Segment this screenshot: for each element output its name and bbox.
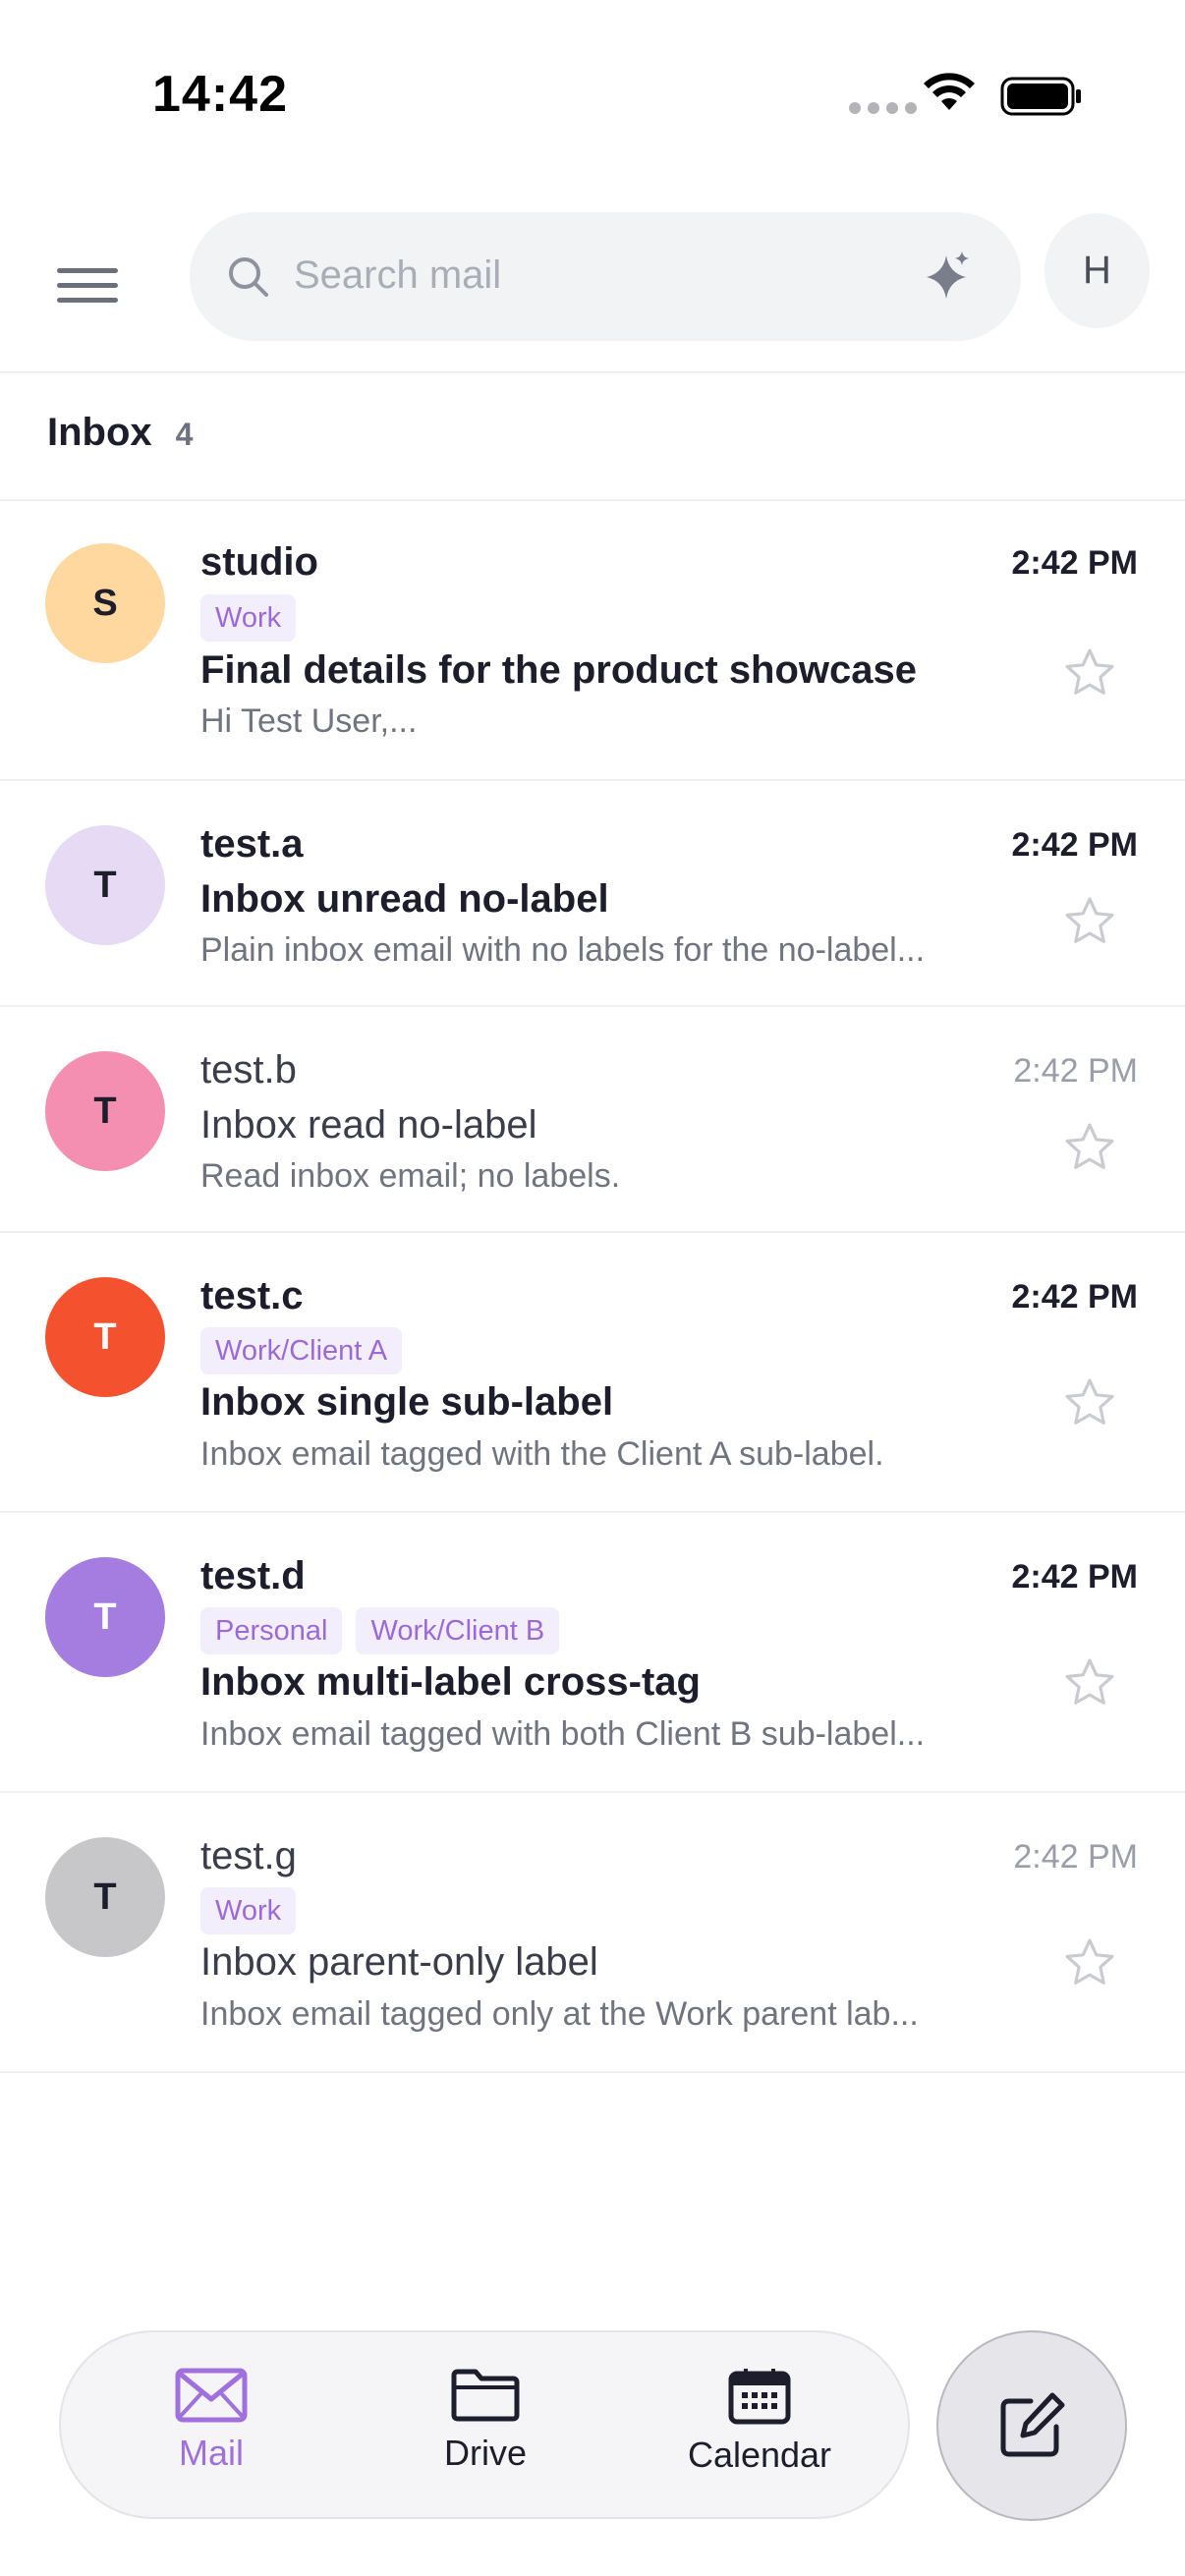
search-placeholder: Search mail xyxy=(294,253,502,297)
compose-icon xyxy=(1000,2392,1065,2457)
email-subject: Final details for the product showcase xyxy=(200,648,918,692)
email-subject: Inbox parent-only label xyxy=(200,1940,598,1984)
email-preview: Hi Test User,... xyxy=(200,702,418,740)
wifi-icon xyxy=(924,73,975,110)
sparkle-icon[interactable] xyxy=(925,250,972,303)
email-labels: Personal Work/Client B xyxy=(200,1607,560,1654)
cellular-signal-icon xyxy=(849,102,917,114)
sender-name: test.d xyxy=(200,1554,306,1597)
star-icon[interactable] xyxy=(1061,644,1118,701)
top-bar: Search mail H xyxy=(0,196,1185,371)
sender-avatar: S xyxy=(45,543,165,663)
star-icon[interactable] xyxy=(1061,1654,1118,1711)
sender-avatar: T xyxy=(45,1277,165,1397)
email-row[interactable]: T test.d 2:42 PM Personal Work/Client B … xyxy=(0,1515,1185,1793)
compose-button[interactable] xyxy=(936,2330,1127,2521)
email-subject: Inbox multi-label cross-tag xyxy=(200,1660,701,1704)
sender-name: test.c xyxy=(200,1274,304,1317)
email-time: 2:42 PM xyxy=(1011,826,1139,864)
nav-item-calendar[interactable]: Calendar xyxy=(661,2368,858,2476)
email-preview: Inbox email tagged only at the Work pare… xyxy=(200,1995,919,2033)
nav-item-mail[interactable]: Mail xyxy=(113,2368,310,2474)
sender-name: studio xyxy=(200,540,318,584)
search-icon xyxy=(229,257,268,297)
email-time: 2:42 PM xyxy=(1013,1838,1138,1876)
email-labels: Work xyxy=(200,594,297,642)
sender-avatar: T xyxy=(45,1837,165,1957)
inbox-heading: Inbox 4 xyxy=(47,411,193,455)
email-row[interactable]: T test.b 2:42 PM Inbox read no-label Rea… xyxy=(0,1009,1185,1233)
mail-icon xyxy=(175,2368,248,2423)
calendar-icon xyxy=(728,2369,791,2425)
header-divider xyxy=(0,371,1185,373)
email-preview: Inbox email tagged with both Client B su… xyxy=(200,1715,926,1753)
email-subject: Inbox read no-label xyxy=(200,1103,537,1147)
email-preview: Inbox email tagged with the Client A sub… xyxy=(200,1435,884,1473)
email-labels: Work xyxy=(200,1887,297,1934)
battery-icon xyxy=(1000,77,1081,116)
label-chip: Work/Client B xyxy=(356,1607,560,1654)
star-icon[interactable] xyxy=(1061,893,1118,950)
status-time: 14:42 xyxy=(152,66,288,123)
email-time: 2:42 PM xyxy=(1013,1052,1138,1090)
email-row[interactable]: S studio 2:42 PM Work Final details for … xyxy=(0,501,1185,781)
email-time: 2:42 PM xyxy=(1011,1558,1139,1596)
search-input[interactable]: Search mail xyxy=(190,212,1021,341)
mail-app-screen: 14:42 Search mail H Inbox 4 S studio 2:4… xyxy=(0,0,1185,2576)
email-row[interactable]: T test.g 2:42 PM Work Inbox parent-only … xyxy=(0,1795,1185,2073)
email-subject: Inbox single sub-label xyxy=(200,1380,614,1424)
email-labels: Work/Client A xyxy=(200,1327,403,1374)
email-subject: Inbox unread no-label xyxy=(200,877,609,921)
star-icon[interactable] xyxy=(1061,1374,1118,1431)
nav-label-drive: Drive xyxy=(443,2433,527,2473)
sender-avatar: T xyxy=(45,825,165,945)
menu-icon xyxy=(57,267,118,273)
email-preview: Plain inbox email with no labels for the… xyxy=(200,931,926,969)
label-chip: Personal xyxy=(200,1607,343,1654)
menu-button[interactable] xyxy=(57,246,145,324)
account-avatar[interactable]: H xyxy=(1044,213,1150,328)
nav-label-calendar: Calendar xyxy=(687,2435,832,2475)
email-row[interactable]: T test.c 2:42 PM Work/Client A Inbox sin… xyxy=(0,1235,1185,1513)
email-time: 2:42 PM xyxy=(1011,544,1139,582)
sender-name: test.b xyxy=(200,1048,297,1092)
email-row[interactable]: T test.a 2:42 PM Inbox unread no-label P… xyxy=(0,783,1185,1007)
sender-avatar: T xyxy=(45,1051,165,1171)
label-chip: Work xyxy=(200,1887,297,1934)
label-chip: Work/Client A xyxy=(200,1327,403,1374)
sender-name: test.a xyxy=(200,822,304,866)
star-icon[interactable] xyxy=(1061,1934,1118,1991)
bottom-navigation: Mail Drive Calendar xyxy=(59,2330,910,2519)
inbox-title: Inbox xyxy=(47,411,152,454)
nav-item-drive[interactable]: Drive xyxy=(387,2368,584,2474)
inbox-count: 4 xyxy=(175,417,194,452)
label-chip: Work xyxy=(200,594,297,642)
email-preview: Read inbox email; no labels. xyxy=(200,1157,621,1195)
status-bar: 14:42 xyxy=(0,0,1185,187)
sender-avatar: T xyxy=(45,1557,165,1677)
nav-label-mail: Mail xyxy=(178,2433,244,2473)
sender-name: test.g xyxy=(200,1834,297,1877)
folder-icon xyxy=(451,2369,520,2422)
star-icon[interactable] xyxy=(1061,1119,1118,1176)
email-time: 2:42 PM xyxy=(1011,1278,1139,1316)
